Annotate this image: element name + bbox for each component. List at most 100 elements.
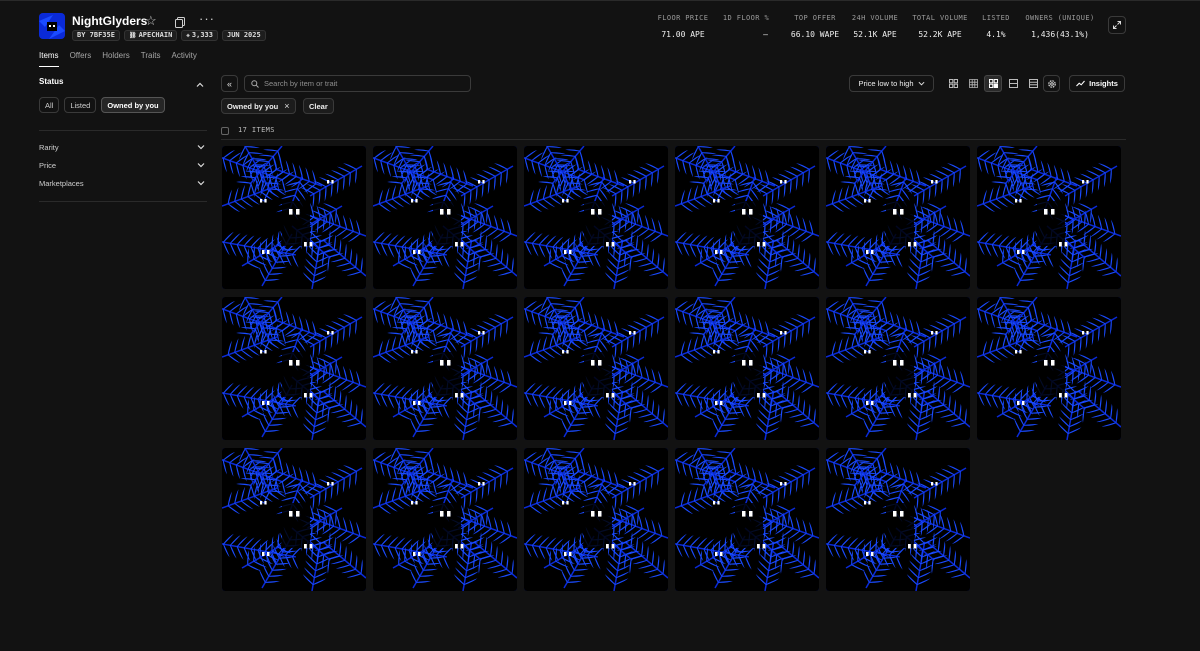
clear-filters-button[interactable]: Clear	[303, 98, 334, 114]
stat-label: LISTED	[982, 14, 1010, 22]
creator-chip[interactable]: BY 7BF35E	[72, 30, 120, 41]
nft-card[interactable]	[977, 297, 1121, 440]
sort-dropdown[interactable]: Price low to high	[849, 75, 934, 92]
stat-label: TOTAL VOLUME	[912, 14, 968, 22]
nft-card[interactable]	[675, 297, 819, 440]
expand-icon	[1113, 21, 1121, 29]
created-date-chip: JUN 2025	[221, 30, 266, 41]
nft-image	[977, 297, 1121, 440]
stat-top-offer: TOP OFFER 66.10 WAPE	[780, 14, 850, 39]
filter-marketplaces[interactable]: Marketplaces	[39, 179, 205, 188]
stat-label: 24H VOLUME	[851, 14, 899, 22]
nft-card[interactable]	[524, 146, 668, 289]
nft-card[interactable]	[373, 146, 517, 289]
double-chevron-left-icon: «	[226, 78, 232, 89]
view-large-grid-button[interactable]	[944, 75, 962, 92]
select-all-checkbox[interactable]	[221, 127, 229, 135]
favorite-star-icon[interactable]: ☆	[145, 13, 157, 29]
settings-button[interactable]	[1043, 75, 1060, 92]
expand-button[interactable]	[1108, 16, 1126, 34]
nft-image	[222, 297, 366, 440]
nft-card[interactable]	[373, 448, 517, 591]
nft-image	[977, 146, 1121, 289]
stat-total-volume: TOTAL VOLUME 52.2K APE	[912, 14, 968, 39]
sidebar-divider	[39, 130, 207, 131]
status-all-button[interactable]: All	[39, 97, 60, 113]
stat-value: 52.1K APE	[853, 30, 897, 39]
tab-holders[interactable]: Holders	[102, 51, 130, 67]
nft-image	[222, 146, 366, 289]
tab-traits[interactable]: Traits	[141, 51, 161, 67]
nft-image	[373, 297, 517, 440]
view-small-grid-button[interactable]	[964, 75, 982, 92]
nft-card[interactable]	[222, 146, 366, 289]
nft-image	[524, 448, 668, 591]
grid-mixed-icon	[988, 79, 998, 88]
stat-value: 66.10 WAPE	[790, 30, 840, 39]
stat-label: OWNERS (UNIQUE)	[1025, 14, 1095, 22]
insights-label: Insights	[1089, 79, 1118, 88]
nft-card[interactable]	[524, 448, 668, 591]
copy-icon[interactable]	[175, 15, 185, 28]
tab-activity[interactable]: Activity	[171, 51, 196, 67]
chevron-down-icon	[197, 145, 205, 150]
collapse-sidebar-button[interactable]: «	[221, 75, 238, 92]
grid-large-icon	[948, 79, 958, 88]
nft-image	[675, 146, 819, 289]
top-border	[0, 0, 1200, 1]
nft-card[interactable]	[977, 146, 1121, 289]
filter-price[interactable]: Price	[39, 161, 205, 170]
stat-label: TOP OFFER	[794, 14, 836, 22]
active-filter-tag[interactable]: Owned by you ×	[221, 98, 296, 114]
nft-card[interactable]	[373, 297, 517, 440]
nft-image	[826, 146, 970, 289]
sidebar-divider	[39, 201, 207, 202]
stat-listed: LISTED 4.1%	[980, 14, 1012, 39]
nft-card[interactable]	[222, 448, 366, 591]
nft-card[interactable]	[675, 146, 819, 289]
nft-image	[524, 297, 668, 440]
stat-value: —	[763, 30, 768, 39]
list-compact-icon	[1008, 79, 1018, 88]
collection-logo	[39, 13, 65, 39]
nft-card[interactable]	[826, 448, 970, 591]
chevron-down-icon	[197, 181, 205, 186]
chevron-down-icon	[197, 163, 205, 168]
close-icon[interactable]: ×	[284, 101, 289, 111]
nft-card[interactable]	[826, 297, 970, 440]
stat-value: 71.00 APE	[661, 30, 705, 39]
nft-image	[826, 297, 970, 440]
tab-offers[interactable]: Offers	[70, 51, 92, 67]
filter-rarity[interactable]: Rarity	[39, 143, 205, 152]
insights-button[interactable]: Insights	[1069, 75, 1125, 92]
status-owned-button[interactable]: Owned by you	[101, 97, 165, 113]
trend-line-icon	[1076, 80, 1086, 87]
view-mixed-grid-button[interactable]	[984, 75, 1002, 92]
chip-label: 3,333	[191, 31, 213, 39]
stat-value: 52.2K APE	[918, 30, 962, 39]
list-icon	[1028, 79, 1038, 88]
nft-image	[826, 448, 970, 591]
status-filter-title[interactable]: Status	[39, 77, 63, 86]
collection-chips: BY 7BF35E ⛓ APECHAIN ◈ 3,333 JUN 2025	[72, 30, 266, 41]
chevron-down-icon	[918, 81, 925, 86]
grid-divider	[221, 139, 1126, 140]
status-listed-button[interactable]: Listed	[64, 97, 97, 113]
chain-icon: ⛓	[128, 32, 137, 39]
nft-image	[675, 448, 819, 591]
view-mode-buttons	[944, 75, 1042, 92]
search-box[interactable]	[244, 75, 471, 92]
search-input[interactable]	[264, 79, 464, 88]
view-compact-list-button[interactable]	[1004, 75, 1022, 92]
view-list-button[interactable]	[1024, 75, 1042, 92]
more-options-icon[interactable]: ···	[199, 11, 215, 26]
tab-items[interactable]: Items	[39, 51, 59, 67]
gear-icon	[1047, 79, 1056, 88]
status-options: All Listed Owned by you	[39, 97, 165, 113]
chevron-up-icon[interactable]	[196, 76, 204, 94]
nft-card[interactable]	[675, 448, 819, 591]
nft-card[interactable]	[826, 146, 970, 289]
nft-card[interactable]	[524, 297, 668, 440]
nft-card[interactable]	[222, 297, 366, 440]
stat-label: 1D FLOOR %	[722, 14, 770, 22]
